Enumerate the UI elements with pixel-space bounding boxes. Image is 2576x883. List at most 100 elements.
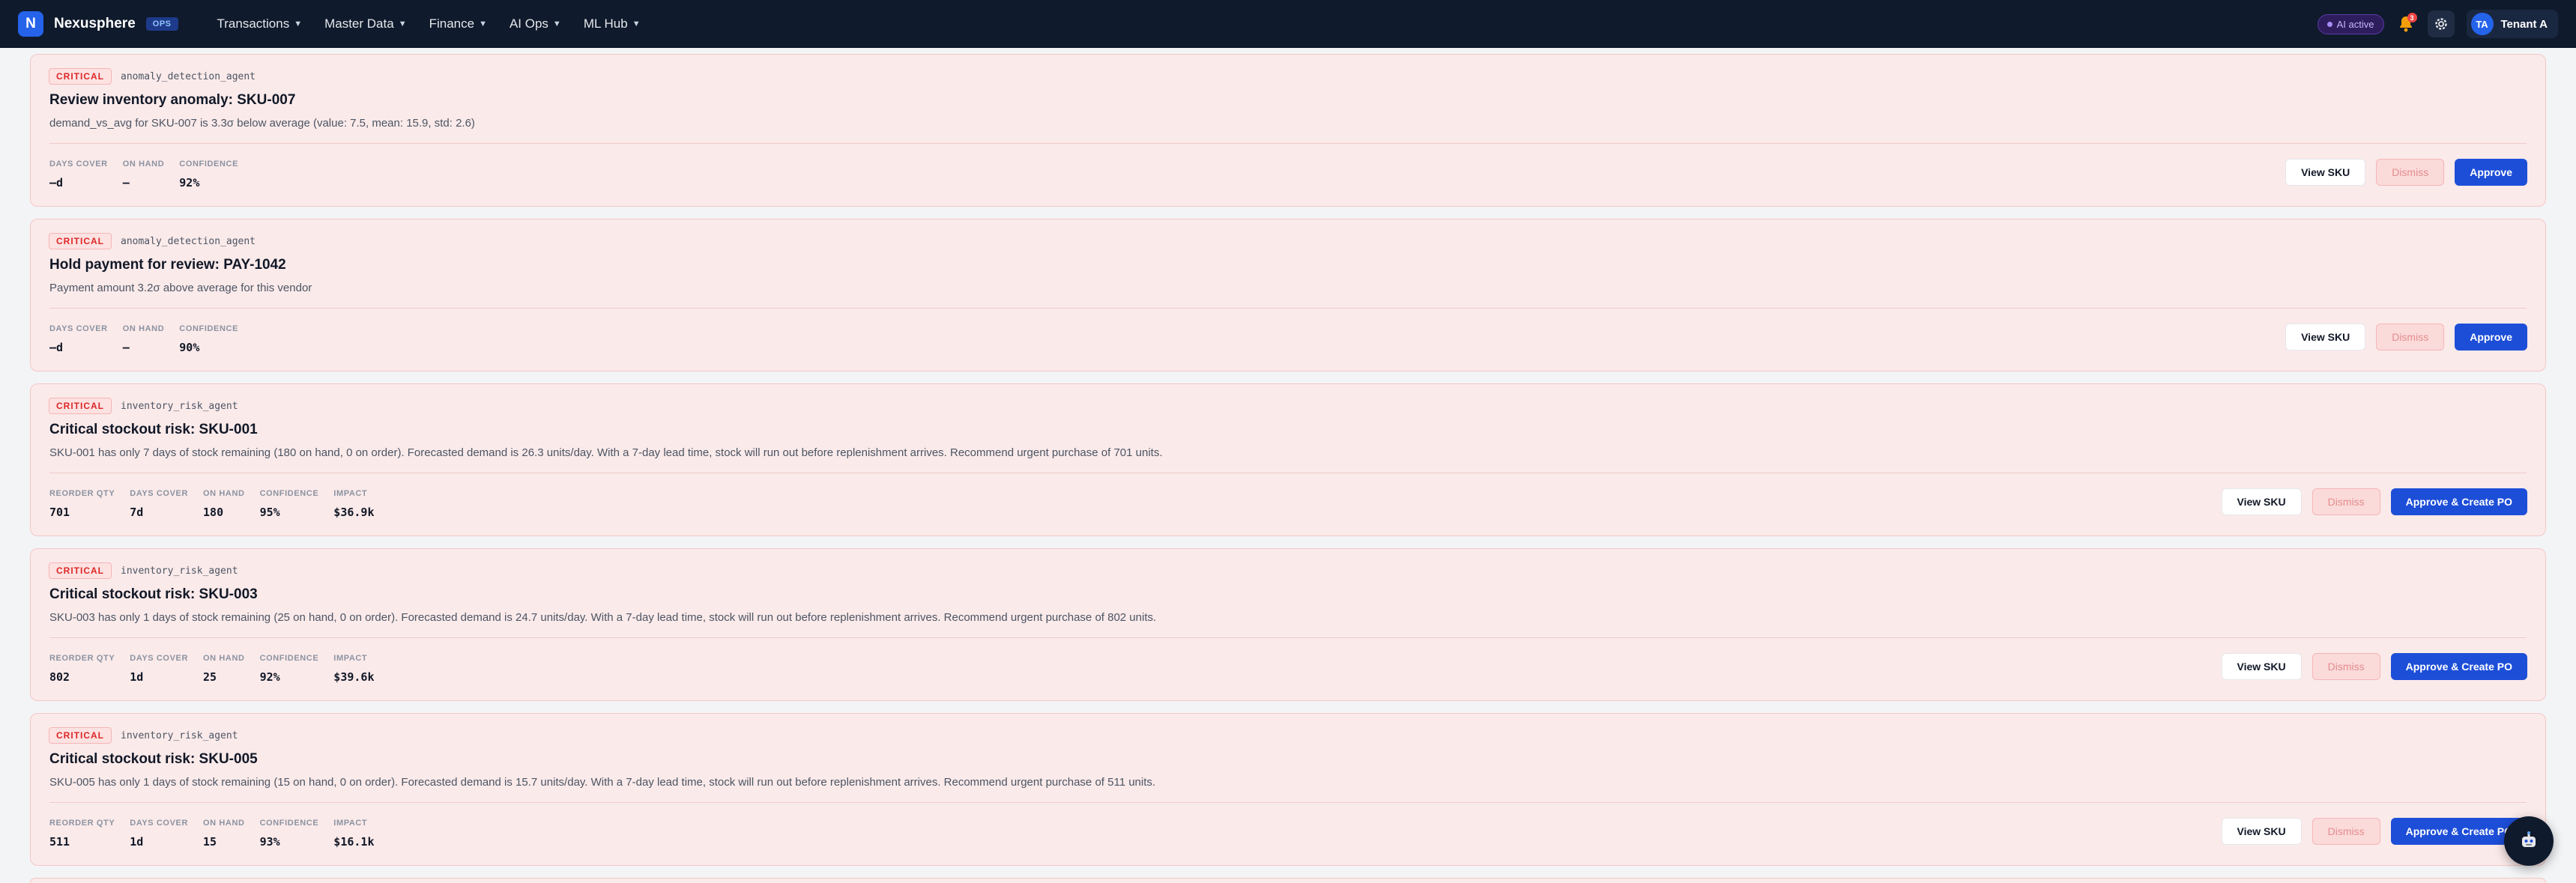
metric-label: IMPACT [333, 819, 368, 828]
header-tools: AI active 3 TA Tenant A [2317, 10, 2558, 38]
metric-confidence: CONFIDENCE 93% [260, 819, 319, 849]
agent-name: inventory_risk_agent [121, 565, 238, 577]
metric-value: —d [49, 176, 64, 189]
card-tags: CRITICAL inventory_risk_agent [49, 562, 238, 579]
metric-value: 802 [49, 670, 70, 684]
metric-label: ON HAND [122, 160, 165, 169]
metric-days-cover: DAYS COVER —d [49, 324, 108, 354]
assistant-button[interactable] [2504, 816, 2554, 866]
metric-label: DAYS COVER [130, 489, 189, 498]
tenant-name: Tenant A [2500, 17, 2548, 31]
approve-button[interactable]: Approve [2455, 159, 2527, 186]
metrics-row: REORDER QTY 802 DAYS COVER 1d ON HAND 25 CO… [49, 654, 374, 684]
nav-ai-ops[interactable]: AI Ops ▼ [510, 16, 561, 31]
metric-value: $39.6k [333, 670, 375, 684]
view-sku-button[interactable]: View SKU [2285, 324, 2366, 351]
nav-transactions[interactable]: Transactions ▼ [217, 16, 303, 31]
metric-value: 95% [259, 506, 280, 519]
dismiss-button[interactable]: Dismiss [2312, 488, 2380, 515]
divider [49, 308, 2527, 309]
metric-label: IMPACT [333, 654, 368, 663]
metric-value: 701 [49, 506, 70, 519]
tenant-switcher[interactable]: TA Tenant A [2466, 10, 2558, 38]
app-name: Nexusphere [54, 16, 136, 31]
robot-icon [2522, 831, 2536, 847]
metric-on-hand: ON HAND 15 [203, 819, 245, 849]
ai-status-label: AI active [2336, 18, 2374, 30]
nav-label: Master Data [324, 16, 394, 31]
approve-button[interactable]: Approve [2455, 324, 2527, 351]
metric-reorder-qty: REORDER QTY 511 [49, 819, 115, 849]
card-description: Payment amount 3.2σ above average for th… [49, 282, 312, 294]
card-title: Critical stockout risk: SKU-001 [49, 422, 258, 437]
nav-master-data[interactable]: Master Data ▼ [324, 16, 406, 31]
card-title: Critical stockout risk: SKU-005 [49, 751, 258, 767]
metric-reorder-qty: REORDER QTY 701 [49, 489, 115, 519]
metric-label: CONFIDENCE [179, 160, 239, 169]
gear-icon [2434, 18, 2447, 30]
metric-label: DAYS COVER [130, 819, 189, 828]
metrics-row: DAYS COVER —d ON HAND — CONFIDENCE 90% [49, 324, 238, 354]
metric-value: 92% [259, 670, 280, 684]
logo[interactable]: N [18, 11, 43, 37]
card-description: demand_vs_avg for SKU-007 is 3.3σ below … [49, 117, 475, 130]
metric-impact: IMPACT $39.6k [333, 654, 374, 684]
card-actions: View SKU Dismiss Approve & Create PO [2221, 653, 2527, 680]
agent-name: anomaly_detection_agent [121, 235, 256, 247]
metrics-row: DAYS COVER —d ON HAND — CONFIDENCE 92% [49, 160, 238, 189]
metric-impact: IMPACT $16.1k [333, 819, 374, 849]
severity-badge: CRITICAL [49, 398, 112, 414]
card-description: SKU-001 has only 7 days of stock remaini… [49, 446, 1163, 459]
metric-on-hand: ON HAND — [123, 160, 165, 189]
chevron-down-icon: ▼ [479, 19, 487, 28]
settings-button[interactable] [2427, 10, 2455, 37]
dismiss-button[interactable]: Dismiss [2312, 818, 2380, 845]
view-sku-button[interactable]: View SKU [2221, 488, 2302, 515]
metric-value: 25 [203, 670, 217, 684]
agent-name: inventory_risk_agent [121, 400, 238, 412]
severity-badge: CRITICAL [49, 68, 112, 85]
main-nav: Transactions ▼ Master Data ▼ Finance ▼ AI O… [217, 16, 641, 31]
metric-value: 15 [203, 835, 217, 849]
view-sku-button[interactable]: View SKU [2221, 653, 2302, 680]
recommendation-card: CRITICAL inventory_risk_agent Critical s… [30, 383, 2546, 536]
nav-label: Finance [429, 16, 475, 31]
metric-value: $16.1k [333, 835, 375, 849]
metric-label: REORDER QTY [49, 654, 115, 663]
metric-label: DAYS COVER [49, 324, 108, 333]
metric-value: 7d [130, 506, 144, 519]
notifications-button[interactable]: 3 [2396, 13, 2417, 35]
recommendation-card-partial [30, 878, 2546, 883]
view-sku-button[interactable]: View SKU [2221, 818, 2302, 845]
metric-label: CONFIDENCE [259, 489, 319, 498]
avatar: TA [2470, 13, 2494, 35]
notification-count-badge: 3 [2407, 13, 2417, 22]
card-tags: CRITICAL inventory_risk_agent [49, 727, 238, 744]
metric-label: ON HAND [203, 489, 245, 498]
metric-on-hand: ON HAND — [123, 324, 165, 354]
metric-label: ON HAND [122, 324, 165, 333]
card-title: Critical stockout risk: SKU-003 [49, 586, 258, 602]
nav-ml-hub[interactable]: ML Hub ▼ [584, 16, 641, 31]
card-description: SKU-005 has only 1 days of stock remaini… [49, 776, 1156, 789]
metric-label: REORDER QTY [49, 489, 115, 498]
ai-status-pill[interactable]: AI active [2317, 13, 2384, 34]
top-navbar: N Nexusphere OPS Transactions ▼ Master Da… [0, 0, 2576, 48]
dismiss-button[interactable]: Dismiss [2376, 324, 2445, 351]
agent-name: anomaly_detection_agent [121, 70, 256, 82]
metric-value: —d [49, 341, 64, 354]
metric-value: — [122, 341, 130, 354]
approve-create-po-button[interactable]: Approve & Create PO [2390, 488, 2527, 515]
approve-create-po-button[interactable]: Approve & Create PO [2390, 653, 2527, 680]
metric-label: ON HAND [203, 654, 245, 663]
nav-finance[interactable]: Finance ▼ [429, 16, 487, 31]
dismiss-button[interactable]: Dismiss [2376, 159, 2445, 186]
card-actions: View SKU Dismiss Approve [2285, 159, 2527, 186]
metric-label: CONFIDENCE [179, 324, 239, 333]
recommendation-card: CRITICAL anomaly_detection_agent Review … [30, 54, 2546, 207]
card-actions: View SKU Dismiss Approve & Create PO [2221, 488, 2527, 515]
recommendation-card: CRITICAL anomaly_detection_agent Hold pa… [30, 219, 2546, 371]
view-sku-button[interactable]: View SKU [2285, 159, 2366, 186]
metric-confidence: CONFIDENCE 92% [260, 654, 319, 684]
dismiss-button[interactable]: Dismiss [2312, 653, 2380, 680]
